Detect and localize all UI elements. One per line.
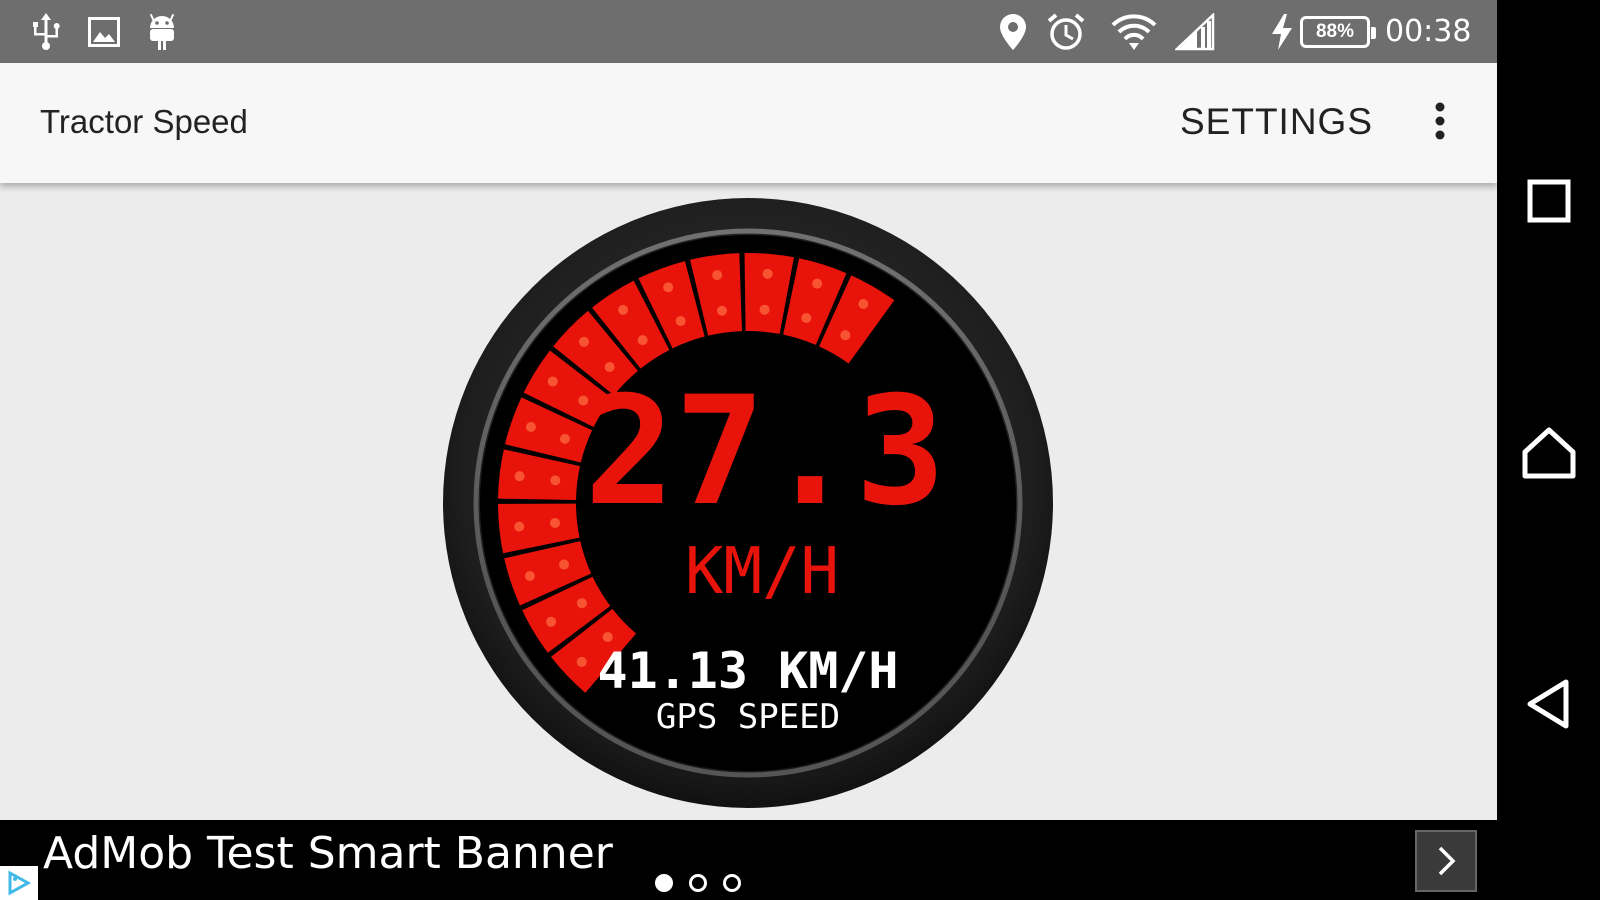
segment-led-dot: [514, 521, 525, 532]
app-title: Tractor Speed: [40, 103, 248, 140]
alarm-icon: [1045, 12, 1087, 52]
segment-led-dot: [559, 433, 570, 444]
gps-speed-value: 41.13 KM/H: [597, 642, 898, 700]
android-icon: [144, 12, 180, 52]
ad-page-dot: [723, 874, 741, 892]
signal-icon: [1172, 12, 1220, 52]
adchoices-icon[interactable]: [0, 866, 38, 900]
chevron-right-icon[interactable]: [1415, 830, 1477, 892]
speed-unit: KM/H: [685, 535, 839, 609]
usb-icon: [28, 12, 64, 52]
segment-led-dot: [550, 517, 561, 528]
segment-led-dot: [576, 598, 587, 609]
segment-led-dot: [525, 421, 536, 432]
ad-page-dot: [655, 874, 673, 892]
ad-page-dot: [689, 874, 707, 892]
segment-led-dot: [663, 282, 674, 293]
more-vert-icon[interactable]: [1420, 99, 1460, 149]
battery-icon: 88%: [1300, 16, 1376, 48]
segment-led-dot: [637, 335, 648, 346]
status-bar: 88% 00:38: [0, 0, 1497, 63]
segment-led-dot: [762, 268, 773, 279]
battery-level: 88%: [1315, 21, 1355, 42]
charging-icon: [1268, 12, 1296, 52]
wifi-icon: [1108, 12, 1160, 52]
settings-button[interactable]: SETTINGS: [1180, 101, 1373, 143]
segment-led-dot: [618, 304, 629, 315]
ad-page-indicator: [655, 874, 741, 892]
speedometer-gauge: 27.3 KM/H 41.13 KM/H GPS SPEED: [443, 198, 1053, 808]
ad-banner-text[interactable]: AdMob Test Smart Banner: [43, 828, 613, 879]
back-icon[interactable]: [1521, 676, 1577, 732]
status-time: 00:38: [1385, 14, 1472, 49]
phone-screen: 88% 00:38 Tractor Speed SETTINGS 27.3 KM…: [0, 0, 1600, 900]
segment-led-dot: [524, 570, 535, 581]
home-icon[interactable]: [1521, 425, 1577, 481]
segment-led-dot: [550, 475, 561, 486]
recents-icon[interactable]: [1521, 173, 1577, 229]
segment-led-dot: [840, 330, 851, 341]
app-bar: Tractor Speed SETTINGS: [0, 63, 1497, 183]
speed-value: 27.3: [584, 365, 945, 539]
location-icon: [995, 12, 1031, 52]
segment-led-dot: [576, 656, 587, 667]
segment-led-dot: [801, 312, 812, 323]
navigation-bar: [1497, 0, 1600, 900]
gps-speed-label: GPS SPEED: [656, 697, 840, 737]
segment-led-dot: [712, 270, 723, 281]
segment-led-dot: [675, 316, 686, 327]
segment-led-dot: [812, 278, 823, 289]
segment-led-dot: [578, 336, 589, 347]
segment-led-dot: [514, 471, 525, 482]
segment-led-dot: [858, 299, 869, 310]
segment-led-dot: [717, 305, 728, 316]
segment-led-dot: [547, 376, 558, 387]
segment-led-dot: [559, 559, 570, 570]
segment-led-dot: [759, 304, 770, 315]
image-icon: [86, 12, 122, 52]
speedometer-area: 27.3 KM/H 41.13 KM/H GPS SPEED: [0, 183, 1497, 820]
segment-led-dot: [602, 632, 613, 643]
segment-led-dot: [546, 616, 557, 627]
ad-banner[interactable]: AdMob Test Smart Banner: [0, 820, 1497, 900]
